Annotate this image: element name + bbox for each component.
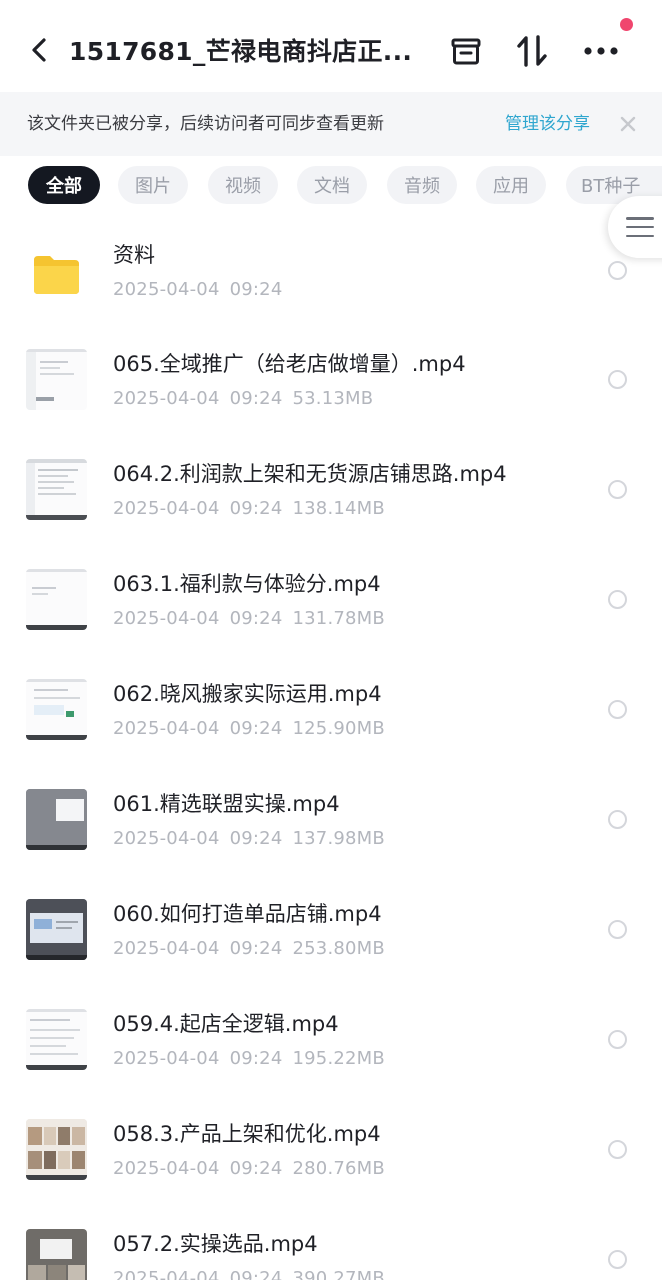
- file-meta: 2025-04-04 09:24 137.98MB: [113, 828, 385, 849]
- video-thumbnail: [26, 789, 87, 850]
- select-radio[interactable]: [608, 810, 627, 829]
- share-banner: 该文件夹已被分享，后续访问者可同步查看更新 管理该分享: [0, 92, 662, 156]
- video-thumbnail: [26, 1229, 87, 1280]
- file-name: 062.晓风搬家实际运用.mp4: [113, 682, 382, 706]
- filter-tabs: 全部 图片 视频 文档 音频 应用 BT种子: [0, 156, 662, 218]
- archive-icon: [451, 38, 481, 65]
- file-name: 063.1.福利款与体验分.mp4: [113, 572, 381, 596]
- video-thumbnail: [26, 459, 87, 520]
- video-thumbnail: [26, 569, 87, 630]
- top-bar: 1517681_芒禄电商抖店正...: [0, 0, 662, 92]
- video-thumbnail: [26, 679, 87, 740]
- sort-icon: [517, 35, 547, 67]
- tab-videos[interactable]: 视频: [208, 166, 278, 204]
- tab-images[interactable]: 图片: [118, 166, 188, 204]
- banner-close-button[interactable]: [614, 110, 642, 138]
- list-item[interactable]: 061.精选联盟实操.mp4 2025-04-04 09:24 137.98MB: [0, 770, 662, 880]
- more-button[interactable]: [579, 28, 623, 74]
- file-name: 059.4.起店全逻辑.mp4: [113, 1012, 339, 1036]
- file-name: 064.2.利润款上架和无货源店铺思路.mp4: [113, 462, 507, 486]
- tab-audio[interactable]: 音频: [387, 166, 457, 204]
- file-meta: 2025-04-04 09:24 253.80MB: [113, 938, 385, 959]
- file-name: 060.如何打造单品店铺.mp4: [113, 902, 382, 926]
- select-radio[interactable]: [608, 700, 627, 719]
- chevron-left-icon: [32, 38, 46, 62]
- page-title: 1517681_芒禄电商抖店正...: [69, 37, 413, 66]
- list-item[interactable]: 060.如何打造单品店铺.mp4 2025-04-04 09:24 253.80MB: [0, 880, 662, 990]
- list-item[interactable]: 057.2.实操选品.mp4 2025-04-04 09:24 390.27MB: [0, 1210, 662, 1280]
- select-radio[interactable]: [608, 920, 627, 939]
- file-name: 065.全域推广（给老店做增量）.mp4: [113, 352, 466, 376]
- back-button[interactable]: [22, 30, 56, 70]
- video-thumbnail: [26, 349, 87, 410]
- video-thumbnail: [26, 1119, 87, 1180]
- select-radio[interactable]: [608, 1030, 627, 1049]
- list-item[interactable]: 064.2.利润款上架和无货源店铺思路.mp4 2025-04-04 09:24 1…: [0, 440, 662, 550]
- more-icon: [584, 47, 618, 55]
- file-meta: 2025-04-04 09:24: [113, 279, 283, 300]
- file-meta: 2025-04-04 09:24 195.22MB: [113, 1048, 385, 1069]
- share-notice-text: 该文件夹已被分享，后续访问者可同步查看更新: [27, 114, 384, 134]
- list-item[interactable]: 资料 2025-04-04 09:24: [0, 220, 662, 330]
- list-item[interactable]: 065.全域推广（给老店做增量）.mp4 2025-04-04 09:24 53.1…: [0, 330, 662, 440]
- file-name: 058.3.产品上架和优化.mp4: [113, 1122, 381, 1146]
- tab-apps[interactable]: 应用: [476, 166, 546, 204]
- file-name: 资料: [113, 243, 155, 267]
- select-radio[interactable]: [608, 261, 627, 280]
- notification-dot: [620, 18, 633, 31]
- select-radio[interactable]: [608, 480, 627, 499]
- list-item[interactable]: 062.晓风搬家实际运用.mp4 2025-04-04 09:24 125.90MB: [0, 660, 662, 770]
- file-name: 061.精选联盟实操.mp4: [113, 792, 340, 816]
- select-radio[interactable]: [608, 1250, 627, 1269]
- file-meta: 2025-04-04 09:24 390.27MB: [113, 1268, 385, 1280]
- tab-documents[interactable]: 文档: [297, 166, 367, 204]
- list-item[interactable]: 059.4.起店全逻辑.mp4 2025-04-04 09:24 195.22MB: [0, 990, 662, 1100]
- file-name: 057.2.实操选品.mp4: [113, 1232, 318, 1256]
- select-radio[interactable]: [608, 590, 627, 609]
- close-icon: [620, 116, 636, 132]
- select-radio[interactable]: [608, 1140, 627, 1159]
- list-item[interactable]: 063.1.福利款与体验分.mp4 2025-04-04 09:24 131.78M…: [0, 550, 662, 660]
- folder-icon: [26, 244, 87, 305]
- video-thumbnail: [26, 899, 87, 960]
- tab-all[interactable]: 全部: [28, 166, 100, 204]
- file-meta: 2025-04-04 09:24 138.14MB: [113, 498, 385, 519]
- file-meta: 2025-04-04 09:24 131.78MB: [113, 608, 385, 629]
- file-meta: 2025-04-04 09:24 53.13MB: [113, 388, 374, 409]
- manage-share-link[interactable]: 管理该分享: [505, 92, 590, 156]
- file-meta: 2025-04-04 09:24 280.76MB: [113, 1158, 385, 1179]
- archive-button[interactable]: [444, 28, 488, 74]
- select-radio[interactable]: [608, 370, 627, 389]
- file-meta: 2025-04-04 09:24 125.90MB: [113, 718, 385, 739]
- sort-button[interactable]: [510, 28, 554, 74]
- list-item[interactable]: 058.3.产品上架和优化.mp4 2025-04-04 09:24 280.76M…: [0, 1100, 662, 1210]
- video-thumbnail: [26, 1009, 87, 1070]
